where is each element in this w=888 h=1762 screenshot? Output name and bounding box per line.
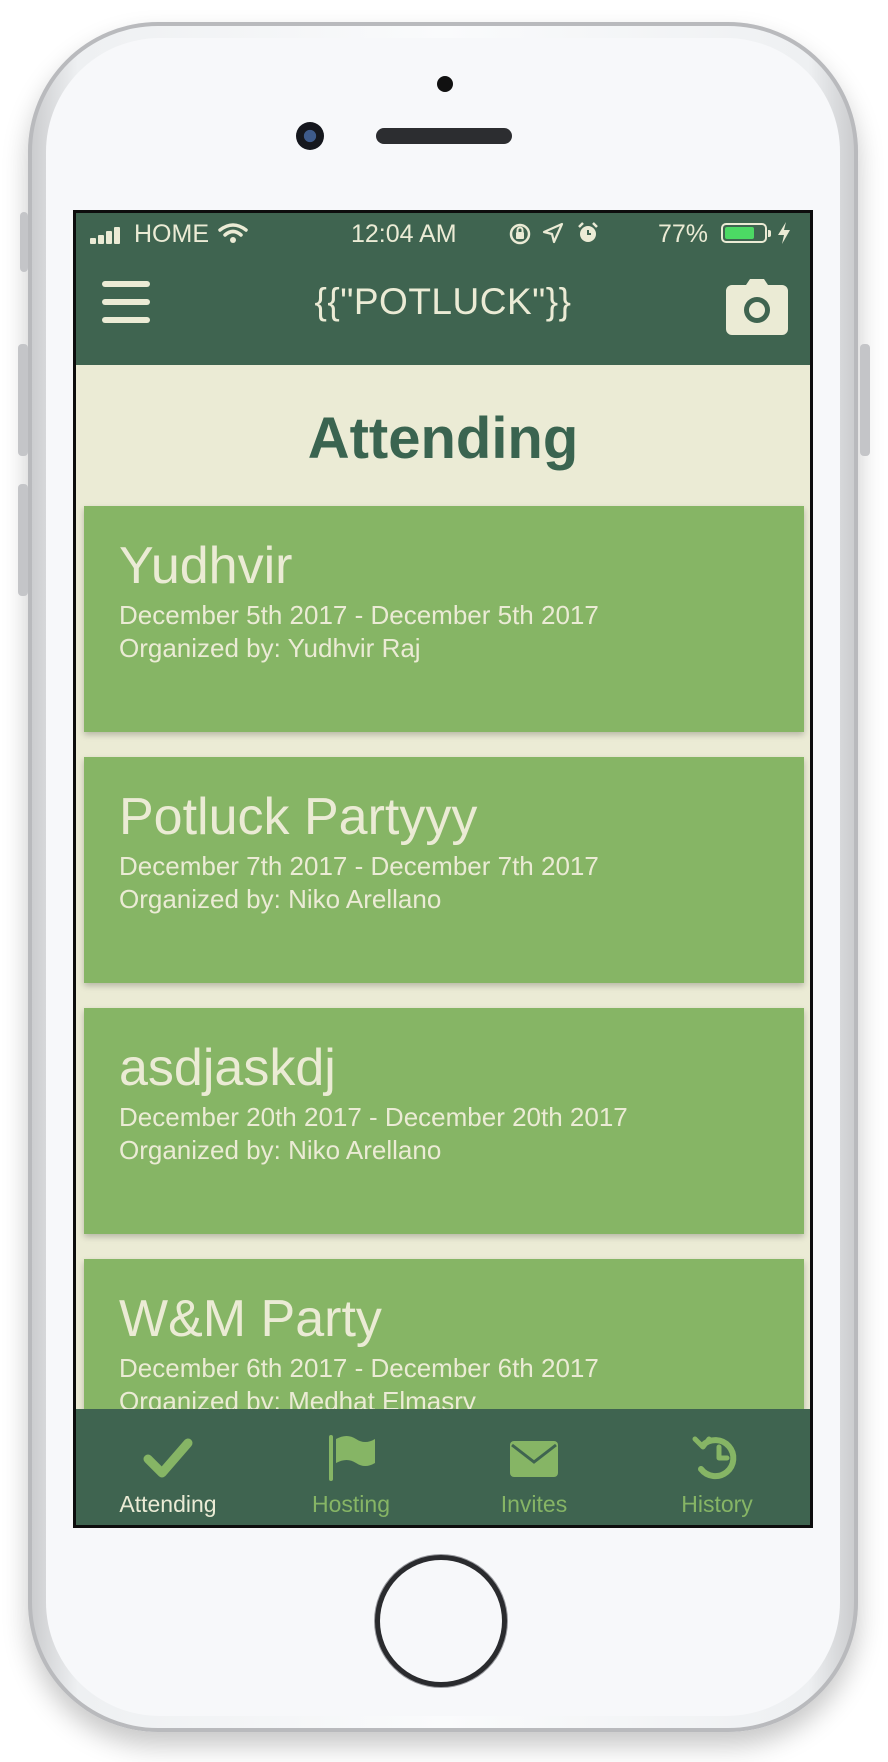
location-icon — [542, 222, 564, 244]
event-dates: December 20th 2017 - December 20th 2017 — [119, 1102, 628, 1132]
front-camera — [296, 122, 324, 150]
silent-switch — [20, 212, 28, 272]
flag-icon — [329, 1435, 375, 1481]
power-button — [860, 344, 870, 456]
tab-label: History — [681, 1491, 753, 1517]
tab-invites[interactable]: Invites — [442, 1409, 626, 1525]
event-name: Yudhvir — [119, 537, 293, 595]
volume-down-button — [18, 484, 28, 596]
event-name: Potluck Partyyy — [119, 788, 478, 846]
page-title: Attending — [307, 406, 579, 471]
tab-bar: Attending Hosting Invites History — [76, 1409, 810, 1525]
volume-up-button — [18, 344, 28, 456]
app-screen: HOME 12:04 AM 77% {{"POTLUCK"}} Attendin… — [73, 210, 813, 1528]
alarm-icon — [578, 222, 598, 242]
event-organizer: Organized by: Niko Arellano — [119, 884, 442, 914]
tab-attending[interactable]: Attending — [76, 1409, 260, 1525]
tab-history[interactable]: History — [625, 1409, 809, 1525]
wifi-icon — [218, 223, 248, 243]
history-icon — [692, 1436, 737, 1480]
event-card[interactable]: Potluck Partyyy December 7th 2017 - Dece… — [84, 757, 804, 983]
event-name: asdjaskdj — [119, 1039, 336, 1097]
app-title: {{"POTLUCK"}} — [314, 281, 572, 322]
event-organizer: Organized by: Niko Arellano — [119, 1135, 442, 1165]
charging-icon — [778, 222, 790, 244]
event-organizer: Organized by: Yudhvir Raj — [119, 633, 421, 663]
event-dates: December 6th 2017 - December 6th 2017 — [119, 1353, 599, 1383]
carrier-label: HOME — [134, 220, 209, 248]
envelope-icon — [510, 1441, 558, 1477]
tab-hosting[interactable]: Hosting — [259, 1409, 443, 1525]
event-dates: December 5th 2017 - December 5th 2017 — [119, 600, 599, 630]
event-card[interactable]: Yudhvir December 5th 2017 - December 5th… — [84, 506, 804, 732]
tab-label: Hosting — [312, 1491, 390, 1517]
event-name: W&M Party — [119, 1290, 382, 1348]
hamburger-menu-icon[interactable] — [102, 281, 150, 325]
proximity-sensor — [437, 76, 453, 92]
status-bar: HOME 12:04 AM 77% — [76, 213, 810, 253]
app-header: {{"POTLUCK"}} — [76, 253, 810, 365]
home-button[interactable] — [380, 1560, 502, 1682]
event-dates: December 7th 2017 - December 7th 2017 — [119, 851, 599, 881]
event-card[interactable]: asdjaskdj December 20th 2017 - December … — [84, 1008, 804, 1234]
clock: 12:04 AM — [351, 220, 457, 248]
tab-label: Invites — [500, 1491, 568, 1517]
checkmark-icon — [143, 1438, 193, 1478]
tab-label: Attending — [119, 1491, 217, 1517]
signal-icon — [90, 226, 130, 244]
battery-percent: 77% — [658, 220, 709, 248]
camera-icon[interactable] — [726, 279, 788, 335]
rotation-lock-icon — [509, 223, 531, 245]
battery-icon — [721, 223, 771, 243]
earpiece-speaker — [376, 128, 512, 144]
